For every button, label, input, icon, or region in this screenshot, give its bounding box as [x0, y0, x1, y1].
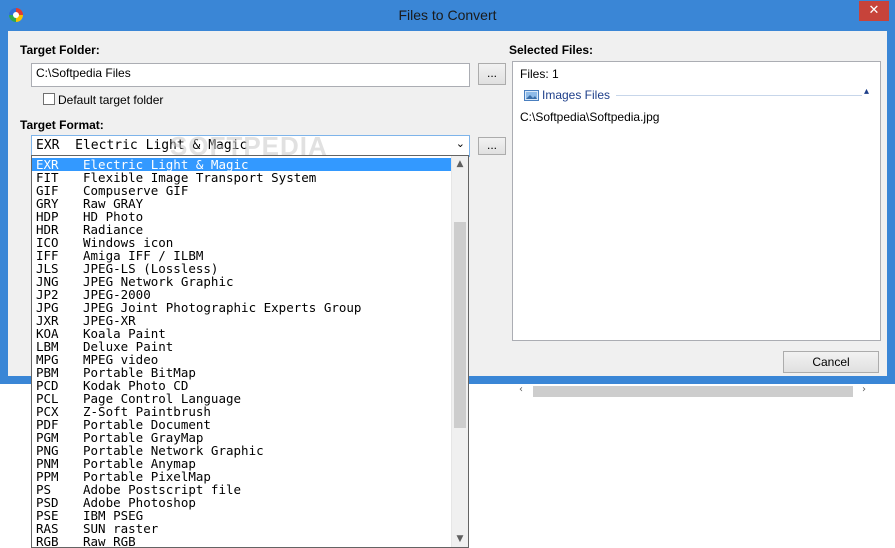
horizontal-scroll-thumb[interactable] [533, 386, 853, 397]
collapse-icon[interactable]: ▴ [864, 86, 869, 97]
selected-files-label: Selected Files: [509, 43, 594, 57]
scroll-up-icon[interactable]: ▲ [452, 157, 468, 171]
scroll-down-icon[interactable]: ▼ [452, 532, 468, 546]
chevron-down-icon[interactable]: ⌄ [456, 137, 465, 150]
vertical-scroll-thumb[interactable] [454, 222, 466, 428]
target-format-label: Target Format: [20, 118, 104, 132]
format-description: Raw RGB [83, 534, 136, 548]
default-folder-checkbox[interactable] [43, 93, 55, 105]
horizontal-scrollbar[interactable]: ‹ › [519, 384, 883, 399]
default-folder-label: Default target folder [58, 93, 164, 107]
scroll-right-icon[interactable]: › [862, 384, 874, 395]
scroll-left-icon[interactable]: ‹ [519, 384, 531, 395]
format-options-button[interactable]: ... [478, 137, 506, 155]
vertical-scrollbar[interactable]: ▲ ▼ [451, 156, 468, 547]
target-folder-input[interactable]: C:\Softpedia Files [31, 63, 470, 87]
title-bar[interactable]: Files to Convert ✕ [0, 0, 895, 30]
image-folder-icon [524, 90, 539, 101]
file-item[interactable]: C:\Softpedia\Softpedia.jpg [520, 110, 659, 124]
format-dropdown-list[interactable]: EXR Electric Light & Magic FIT Flexible Ima… [31, 155, 469, 548]
cancel-button[interactable]: Cancel [783, 351, 879, 373]
target-folder-label: Target Folder: [20, 43, 100, 57]
format-option-rgb[interactable]: RGB Raw RGB [32, 534, 453, 548]
format-code: RGB [36, 534, 59, 548]
group-divider [616, 95, 862, 96]
selected-files-panel[interactable]: Files: 1 Images Files ▴ C:\Softpedia\Sof… [512, 61, 881, 397]
selected-format-code: EXR [36, 138, 60, 153]
close-button[interactable]: ✕ [859, 1, 889, 21]
group-label: Images Files [542, 88, 611, 102]
images-files-group-header[interactable]: Images Files ▴ [524, 86, 876, 102]
window-title: Files to Convert [398, 7, 497, 23]
files-count: Files: 1 [520, 67, 559, 81]
browse-folder-button[interactable]: ... [478, 63, 506, 85]
